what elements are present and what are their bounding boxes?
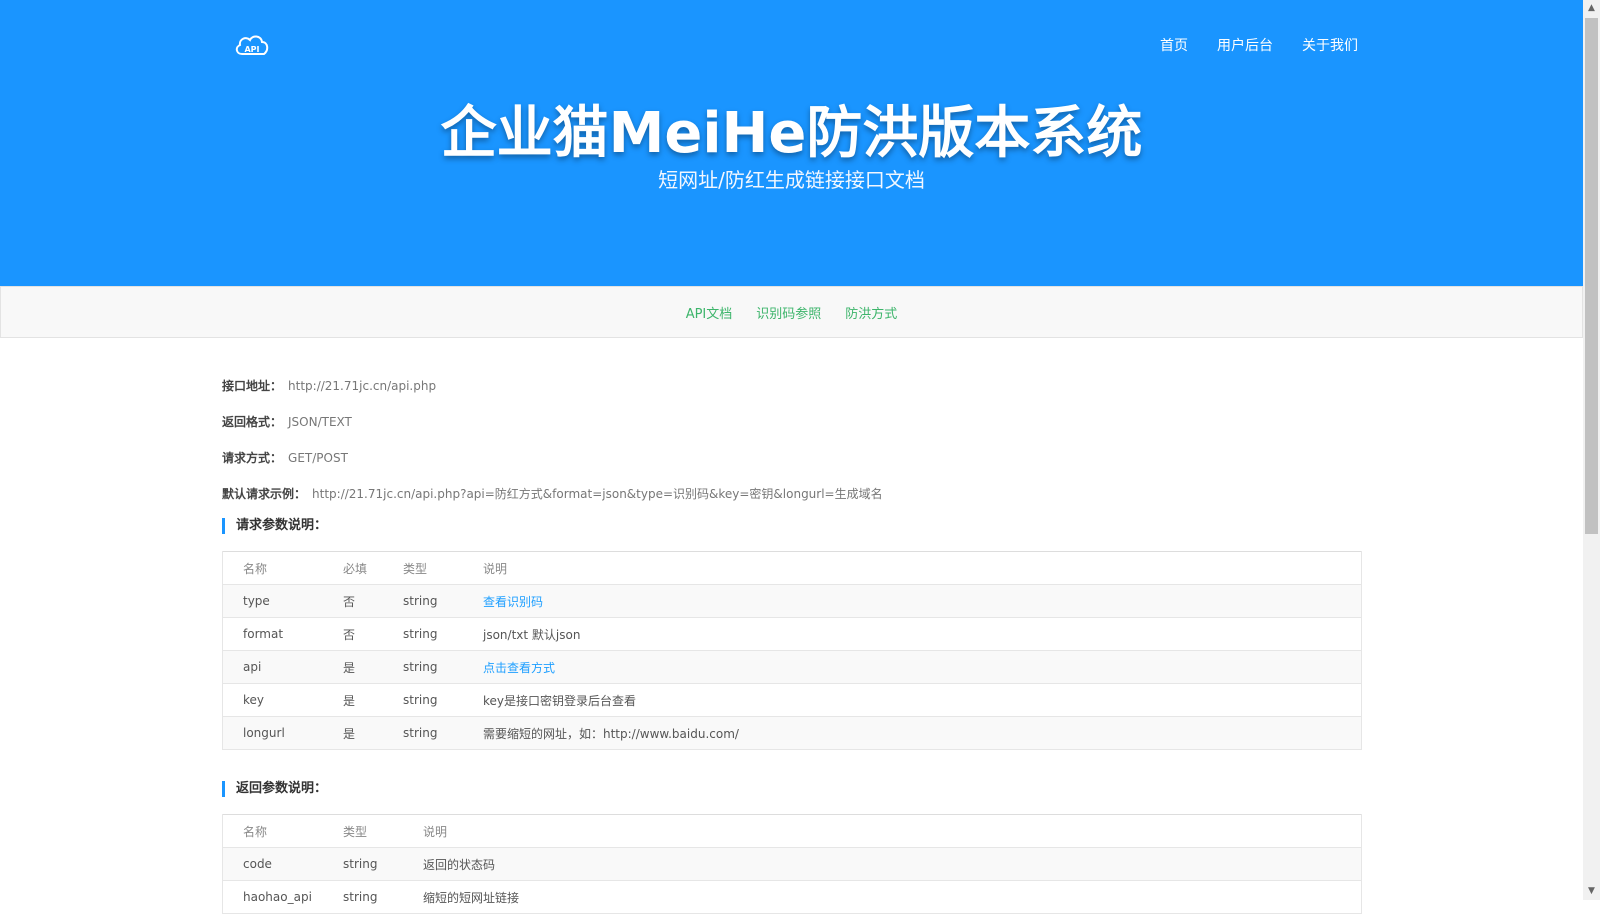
table-row: type 否 string 查看识别码 (222, 584, 1362, 618)
param-desc: 点击查看方式 (463, 650, 1362, 684)
page-subtitle: 短网址/防红生成链接接口文档 (658, 168, 925, 192)
svg-text:API: API (244, 45, 259, 54)
nav-home[interactable]: 首页 (1160, 35, 1188, 55)
tab-code-reference[interactable]: 识别码参照 (756, 303, 821, 322)
view-codes-link[interactable]: 查看识别码 (483, 595, 543, 609)
param-name: longurl (222, 716, 323, 750)
view-methods-link[interactable]: 点击查看方式 (483, 661, 555, 675)
info-value: http://21.71jc.cn/api.php?api=防红方式&forma… (312, 487, 883, 501)
info-return-format: 返回格式： JSON/TEXT (222, 413, 352, 430)
table-row: code string 返回的状态码 (222, 847, 1362, 881)
param-name: type (222, 584, 323, 618)
param-name: code (222, 847, 323, 881)
param-required: 是 (323, 650, 383, 684)
param-name: api (222, 650, 323, 684)
param-desc: json/txt 默认json (463, 617, 1362, 651)
info-request-example: 默认请求示例： http://21.71jc.cn/api.php?api=防红方… (222, 485, 883, 502)
info-value: http://21.71jc.cn/api.php (288, 379, 437, 393)
param-type: string (383, 650, 463, 684)
table-row: longurl 是 string 需要缩短的网址，如：http://www.ba… (222, 716, 1362, 750)
scrollbar-thumb[interactable] (1585, 18, 1598, 534)
param-name: haohao_api (222, 880, 323, 914)
section-nav: API文档 识别码参照 防洪方式 (0, 286, 1583, 338)
info-label: 默认请求示例： (222, 487, 307, 501)
hero-banner: API 首页 用户后台 关于我们 企业猫MeiHe防洪版本系统 短网址/防红生成… (0, 0, 1583, 286)
param-desc: key是接口密钥登录后台查看 (463, 683, 1362, 717)
nav-user-dashboard[interactable]: 用户后台 (1217, 35, 1273, 55)
scroll-down-arrow-icon[interactable]: ▼ (1583, 883, 1600, 900)
column-header: 类型 (383, 551, 463, 585)
info-value: GET/POST (288, 451, 348, 465)
nav-about-us[interactable]: 关于我们 (1302, 35, 1358, 55)
param-type: string (383, 716, 463, 750)
info-value: JSON/TEXT (288, 415, 352, 429)
request-params-title: 请求参数说明： (222, 518, 327, 534)
info-label: 请求方式： (222, 451, 283, 465)
param-required: 是 (323, 683, 383, 717)
info-label: 返回格式： (222, 415, 283, 429)
param-required: 是 (323, 716, 383, 750)
param-type: string (383, 683, 463, 717)
param-desc: 需要缩短的网址，如：http://www.baidu.com/ (463, 716, 1362, 750)
response-params-title: 返回参数说明： (222, 781, 327, 797)
response-params-table: 名称 类型 说明 code string 返回的状态码 haohao_api s… (222, 814, 1362, 914)
param-desc: 返回的状态码 (403, 847, 1362, 881)
column-header: 说明 (463, 551, 1362, 585)
table-header-row: 名称 类型 说明 (222, 814, 1362, 848)
table-row: api 是 string 点击查看方式 (222, 650, 1362, 684)
param-type: string (323, 880, 403, 914)
top-nav: 首页 用户后台 关于我们 (1160, 35, 1387, 55)
table-row: key 是 string key是接口密钥登录后台查看 (222, 683, 1362, 717)
page-scrollbar[interactable]: ▲ ▼ (1583, 0, 1600, 900)
param-name: format (222, 617, 323, 651)
api-cloud-logo-icon[interactable]: API (234, 32, 270, 58)
table-row: format 否 string json/txt 默认json (222, 617, 1362, 651)
request-params-table: 名称 必填 类型 说明 type 否 string 查看识别码 format 否… (222, 551, 1362, 750)
info-label: 接口地址： (222, 379, 283, 393)
param-type: string (383, 584, 463, 618)
param-required: 否 (323, 617, 383, 651)
column-header: 名称 (222, 551, 323, 585)
param-type: string (323, 847, 403, 881)
param-required: 否 (323, 584, 383, 618)
table-header-row: 名称 必填 类型 说明 (222, 551, 1362, 585)
param-name: key (222, 683, 323, 717)
tab-api-docs[interactable]: API文档 (686, 303, 733, 322)
column-header: 说明 (403, 814, 1362, 848)
param-desc: 缩短的短网址链接 (403, 880, 1362, 914)
column-header: 必填 (323, 551, 383, 585)
info-request-method: 请求方式： GET/POST (222, 449, 348, 466)
page-title: 企业猫MeiHe防洪版本系统 (440, 101, 1143, 166)
column-header: 类型 (323, 814, 403, 848)
tab-anti-block-methods[interactable]: 防洪方式 (845, 303, 897, 322)
column-header: 名称 (222, 814, 323, 848)
info-endpoint: 接口地址： http://21.71jc.cn/api.php (222, 377, 436, 394)
param-type: string (383, 617, 463, 651)
param-desc: 查看识别码 (463, 584, 1362, 618)
table-row: haohao_api string 缩短的短网址链接 (222, 880, 1362, 914)
scroll-up-arrow-icon[interactable]: ▲ (1583, 0, 1600, 17)
